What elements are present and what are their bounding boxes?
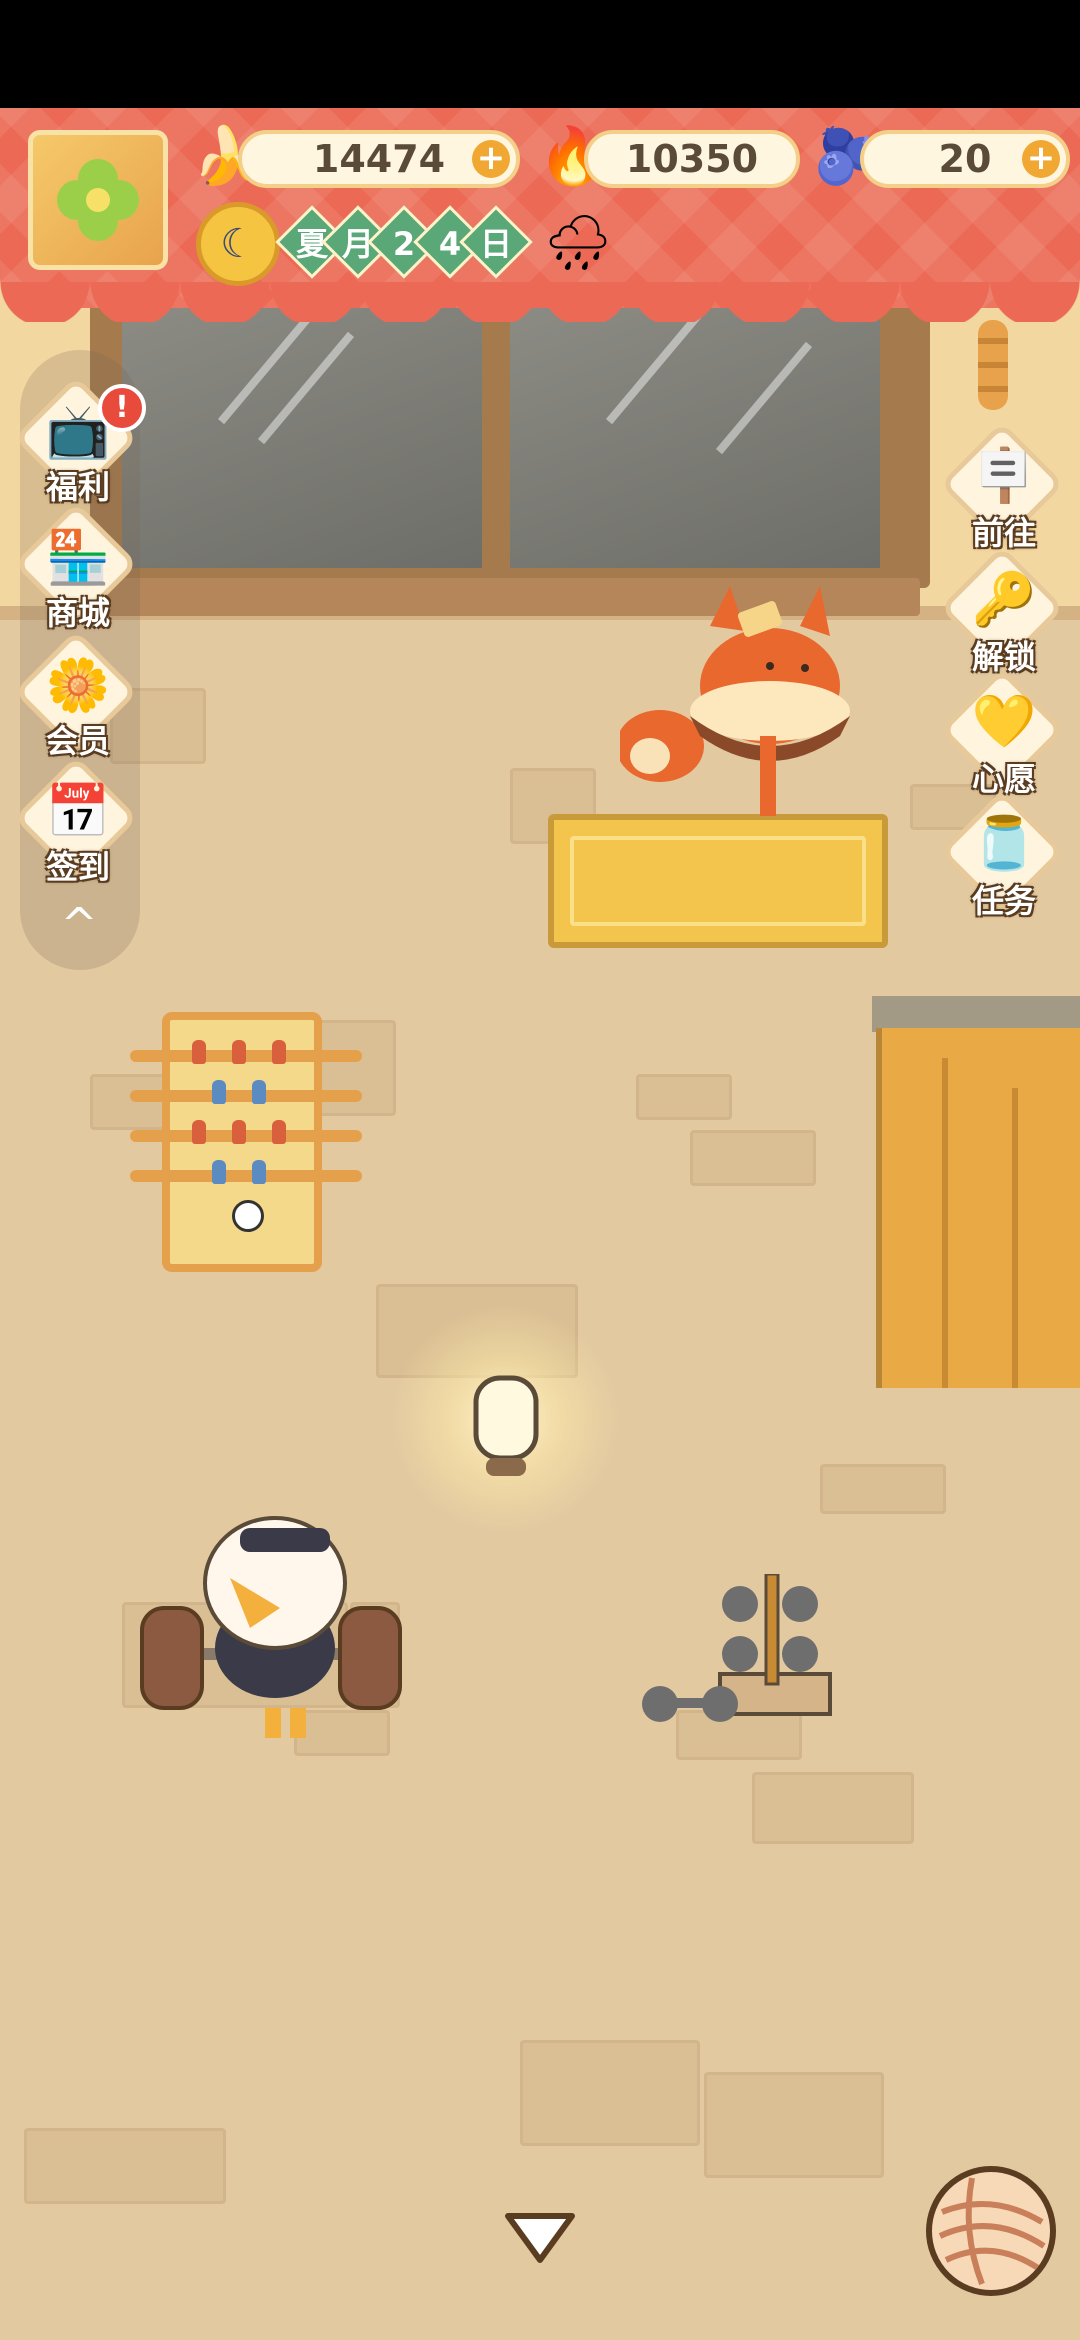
status-bar xyxy=(0,0,1080,108)
floor-tile xyxy=(704,2072,884,2178)
wooden-stairs[interactable] xyxy=(876,1028,1080,1388)
day-label: 日 xyxy=(479,225,512,263)
stairs-landing xyxy=(872,996,1080,1032)
menu-goto-button[interactable]: 🪧 前往 xyxy=(939,421,1065,552)
gem-counter[interactable]: 20 + xyxy=(860,130,1070,188)
yarn-ball-icon xyxy=(935,2175,1047,2287)
ball-icon xyxy=(232,1200,264,1232)
flame-count: 10350 xyxy=(625,137,759,181)
banana-count: 14474 xyxy=(312,137,446,181)
yarn-ball-button[interactable] xyxy=(926,2166,1056,2296)
window-pane xyxy=(122,288,482,568)
window-pane xyxy=(510,288,880,568)
dumbbell-rack[interactable] xyxy=(640,1574,850,1734)
menu-member-button[interactable]: 🌼 会员 xyxy=(13,629,139,760)
floor-lamp[interactable] xyxy=(470,1374,542,1486)
menu-member-label: 会员 xyxy=(45,722,110,760)
menu-shop-button[interactable]: 🏪 商城 xyxy=(13,501,139,632)
add-gems-button[interactable]: + xyxy=(1022,140,1060,178)
signboard-icon: 🪧 xyxy=(971,446,1037,506)
player-avatar[interactable] xyxy=(28,130,168,270)
floor-tile xyxy=(24,2128,226,2204)
menu-task-button[interactable]: 🫙 任务 xyxy=(939,789,1065,920)
floor-tile xyxy=(520,2040,700,2146)
shop-icon: 🏪 xyxy=(45,528,111,588)
rain-cloud-icon[interactable]: 🌧 xyxy=(540,208,616,278)
heart-book-icon: 💛 xyxy=(971,692,1037,752)
menu-checkin-label: 签到 xyxy=(45,848,110,886)
menu-task-label: 任务 xyxy=(971,882,1036,920)
menu-shop-label: 商城 xyxy=(45,594,110,632)
menu-goto-label: 前往 xyxy=(971,514,1036,552)
flame-counter[interactable]: 10350 xyxy=(584,130,800,188)
menu-welfare-label: 福利 xyxy=(45,468,110,506)
floor-tile xyxy=(752,1772,914,1844)
add-bananas-button[interactable]: + xyxy=(472,140,510,178)
hud-curtain-edge xyxy=(0,282,1080,322)
display-table[interactable] xyxy=(548,814,888,948)
menu-checkin-button[interactable]: 📅 签到 xyxy=(13,755,139,886)
gem-count: 20 xyxy=(938,137,992,181)
scroll-down-button[interactable] xyxy=(500,2208,580,2268)
flower-crown-icon: 🌼 xyxy=(45,656,111,716)
floor-tile xyxy=(820,1464,946,1514)
foosball-table[interactable] xyxy=(130,1012,362,1272)
hanging-rope xyxy=(978,320,1008,410)
floor-tile xyxy=(690,1130,816,1186)
key-icon: 🔑 xyxy=(971,570,1037,630)
task-jar-icon: 🫙 xyxy=(971,814,1037,874)
moon-clock-icon[interactable]: ☾ xyxy=(196,202,280,286)
eagle-weightlifter[interactable] xyxy=(130,1498,420,1748)
floor-tile xyxy=(636,1074,732,1120)
menu-unlock-button[interactable]: 🔑 解锁 xyxy=(939,545,1065,676)
menu-wish-button[interactable]: 💛 心愿 xyxy=(939,667,1065,798)
menu-wish-label: 心愿 xyxy=(971,760,1036,798)
game-room xyxy=(0,108,1080,2340)
banana-counter[interactable]: 14474 + xyxy=(238,130,520,188)
fox-character[interactable] xyxy=(620,586,880,826)
collapse-menu-button[interactable]: ^ xyxy=(44,900,114,950)
clover-flower-icon xyxy=(57,159,139,241)
menu-unlock-label: 解锁 xyxy=(971,638,1036,676)
calendar-icon: 📅 xyxy=(45,782,111,842)
notification-badge: ! xyxy=(98,384,146,432)
